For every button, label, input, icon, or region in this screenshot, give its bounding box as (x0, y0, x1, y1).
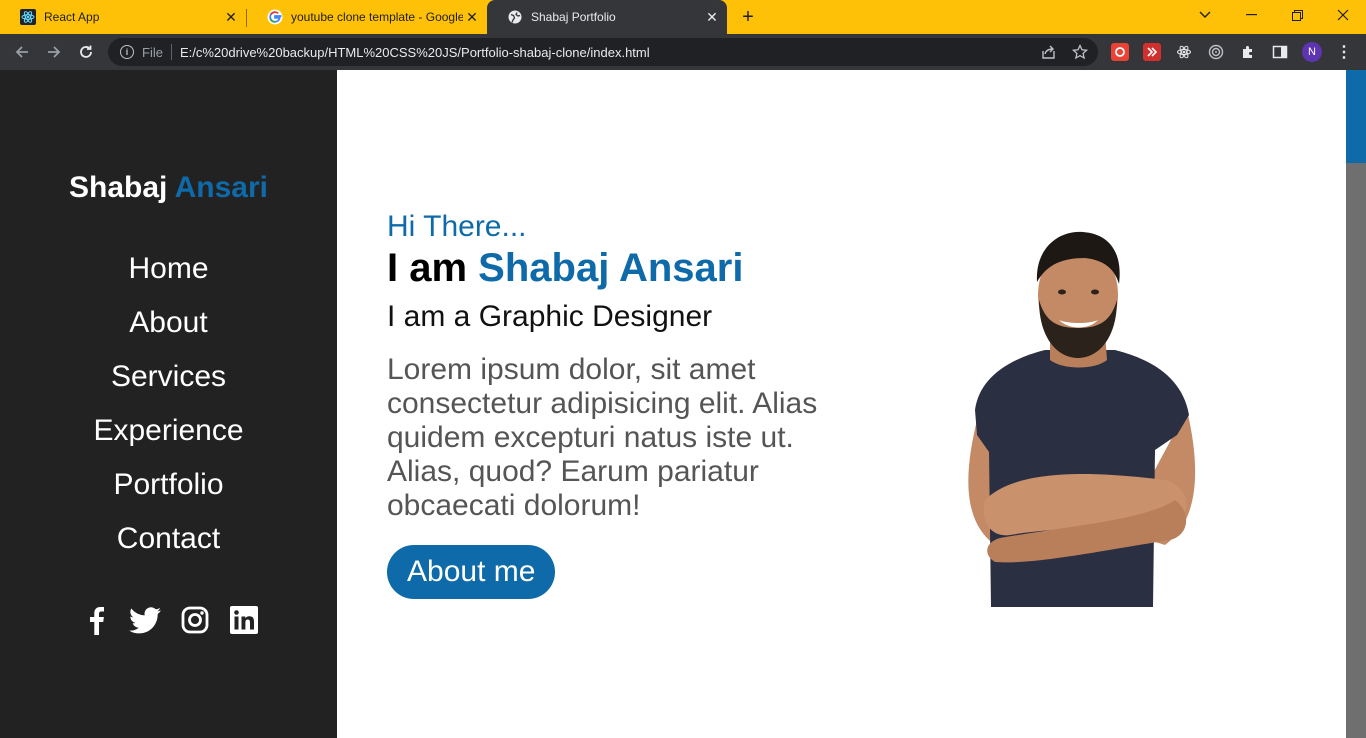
twitter-icon[interactable] (129, 604, 162, 636)
globe-icon (507, 9, 523, 25)
target-extension-icon[interactable] (1207, 43, 1225, 61)
close-icon[interactable]: ✕ (703, 8, 721, 26)
tab-youtube-clone[interactable]: youtube clone template - Google ✕ (247, 0, 487, 34)
instagram-icon[interactable] (179, 604, 211, 636)
headline-prefix: I am (387, 246, 468, 290)
facebook-icon[interactable] (80, 604, 112, 636)
nav-item-contact[interactable]: Contact (0, 518, 337, 572)
hero-role: I am a Graphic Designer (387, 300, 713, 333)
tab-title: Shabaj Portfolio (531, 10, 616, 24)
brand-first-name: Shabaj (69, 171, 168, 204)
record-extension-icon[interactable] (1111, 43, 1129, 61)
info-icon[interactable]: i (120, 45, 134, 59)
close-icon[interactable]: ✕ (463, 8, 481, 26)
page-viewport: Shabaj Ansari Home About Services Experi… (0, 70, 1366, 738)
forward-arrow-icon[interactable] (42, 40, 66, 64)
profile-photo (955, 220, 1205, 607)
brand-last-name: Ansari (174, 171, 268, 204)
side-panel-icon[interactable] (1271, 43, 1289, 61)
nav-item-home[interactable]: Home (0, 248, 337, 302)
bookmark-star-icon[interactable] (1070, 42, 1090, 62)
hero-headline: I am Shabaj Ansari (387, 247, 847, 289)
react-icon (20, 9, 36, 25)
brand-logo[interactable]: Shabaj Ansari (0, 171, 337, 205)
sidebar-nav: Home About Services Experience Portfolio… (0, 248, 337, 572)
hero-description: Lorem ipsum dolor, sit amet consectetur … (387, 353, 818, 522)
social-links (80, 603, 260, 637)
address-bar[interactable]: i File E:/c%20drive%20backup/HTML%20CSS%… (108, 38, 1098, 66)
browser-tab-strip: React App ✕ youtube clone template - Goo… (0, 0, 1366, 34)
tab-shabaj-portfolio[interactable]: Shabaj Portfolio ✕ (487, 0, 727, 34)
more-menu-icon[interactable]: ⋮ (1334, 42, 1354, 62)
minimize-icon[interactable] (1228, 0, 1274, 30)
close-icon[interactable]: ✕ (222, 8, 240, 26)
address-scheme-label: File (142, 44, 163, 60)
tab-search-icon[interactable] (1182, 0, 1228, 30)
reload-icon[interactable] (74, 40, 98, 64)
react-devtools-icon[interactable] (1175, 43, 1193, 61)
restore-icon[interactable] (1274, 0, 1320, 30)
tab-title: youtube clone template - Google (291, 10, 463, 24)
headline-name: Shabaj Ansari (478, 246, 744, 290)
nav-item-about[interactable]: About (0, 302, 337, 356)
linkedin-icon[interactable] (228, 604, 260, 636)
tab-react-app[interactable]: React App ✕ (0, 0, 246, 34)
nav-item-portfolio[interactable]: Portfolio (0, 464, 337, 518)
google-icon (267, 9, 283, 25)
nav-item-services[interactable]: Services (0, 356, 337, 410)
extensions-puzzle-icon[interactable] (1239, 43, 1257, 61)
browser-toolbar: i File E:/c%20drive%20backup/HTML%20CSS%… (0, 34, 1366, 70)
profile-avatar[interactable]: N (1302, 42, 1322, 62)
sidebar: Shabaj Ansari Home About Services Experi… (0, 70, 337, 738)
video-speed-extension-icon[interactable] (1143, 43, 1161, 61)
hero-section: Hi There... I am Shabaj Ansari I am a Gr… (387, 209, 847, 599)
new-tab-button[interactable]: + (737, 6, 759, 28)
tab-title: React App (44, 10, 100, 24)
address-url[interactable]: E:/c%20drive%20backup/HTML%20CSS%20JS/Po… (180, 45, 650, 60)
address-divider (170, 44, 172, 60)
share-icon[interactable] (1038, 42, 1058, 62)
back-arrow-icon[interactable] (10, 40, 34, 64)
about-me-button[interactable]: About me (387, 545, 556, 599)
scrollbar-thumb[interactable] (1346, 70, 1366, 163)
window-close-icon[interactable] (1320, 0, 1366, 30)
hero-greeting: Hi There... (387, 210, 527, 243)
page-scrollbar[interactable] (1346, 70, 1366, 738)
nav-item-experience[interactable]: Experience (0, 410, 337, 464)
